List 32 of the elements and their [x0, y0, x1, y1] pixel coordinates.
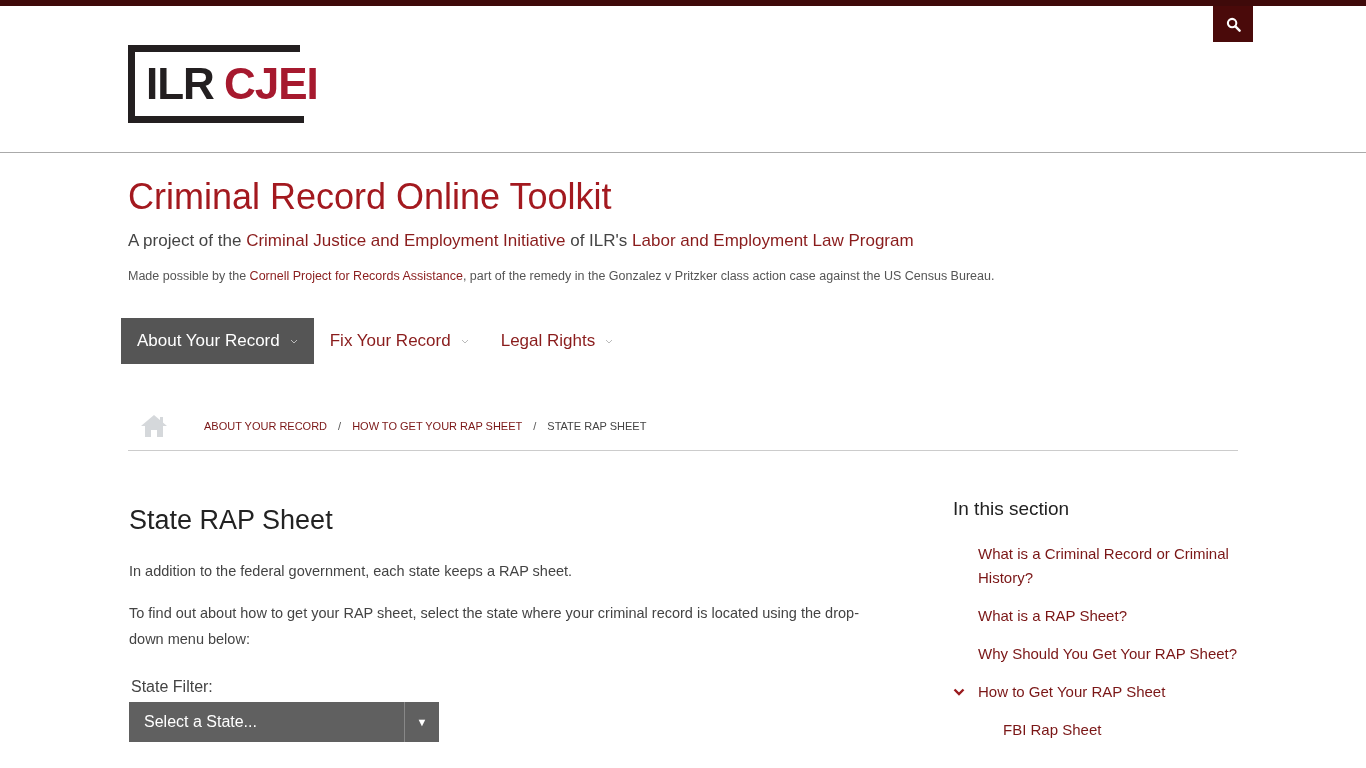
breadcrumb-link[interactable]: ABOUT YOUR RECORD [204, 420, 328, 432]
search-button[interactable] [1213, 6, 1253, 42]
nav-tab[interactable]: About Your Record [121, 318, 314, 364]
sidebar-link[interactable]: What is a Criminal Record or Criminal History? [978, 542, 1238, 590]
nav-tab[interactable]: Legal Rights [484, 318, 630, 364]
credit-note: Made possible by the Cornell Project for Records Assistance, part of the remedy in the Gonzalez v Pritzker class action case against the US Census Bureau. [128, 269, 996, 283]
sidebar-title: In this section [953, 498, 1071, 520]
text-link[interactable]: Cornell Project for Records Assistance [249, 269, 463, 283]
breadcrumb-link[interactable]: HOW TO GET YOUR RAP SHEET [352, 420, 523, 432]
sidebar-link[interactable]: How to Get Your RAP Sheet [978, 680, 1166, 704]
sidebar-link[interactable]: FBI Rap Sheet [1003, 718, 1102, 742]
filter-label: State Filter: [131, 678, 214, 696]
breadcrumb-separator: / [338, 420, 342, 432]
sidebar-link[interactable]: What is a RAP Sheet? [978, 604, 1127, 628]
breadcrumb-separator: / [533, 420, 537, 432]
tagline: A project of the Criminal Justice and Employment Initiative of ILR's Labor and Employment Law Program [128, 231, 915, 251]
sidebar-link[interactable]: Why Should You Get Your RAP Sheet? [978, 642, 1238, 666]
breadcrumb-current: STATE RAP SHEET [547, 420, 647, 432]
paragraph: In addition to the federal government, each state keeps a RAP sheet. [129, 562, 574, 581]
chevron-down-icon[interactable] [953, 688, 965, 696]
page-title: State RAP Sheet [129, 505, 334, 536]
nav-tab[interactable]: Fix Your Record [313, 318, 485, 364]
site-title: Criminal Record Online Toolkit [128, 175, 613, 219]
chevron-down-icon [460, 338, 469, 344]
text-link[interactable]: Criminal Justice and Employment Initiative [246, 231, 566, 250]
state-select[interactable]: Select a State... ▼ [129, 702, 439, 742]
paragraph: To find out about how to get your RAP sheet, select the state where your criminal record is located using the drop-down menu below: [129, 604, 860, 649]
chevron-down-icon [289, 338, 298, 344]
site-logo[interactable]: ILR CJEI [128, 45, 318, 123]
text-link[interactable]: Labor and Employment Law Program [632, 231, 914, 250]
search-icon [1225, 16, 1241, 32]
chevron-down-icon [605, 338, 614, 344]
